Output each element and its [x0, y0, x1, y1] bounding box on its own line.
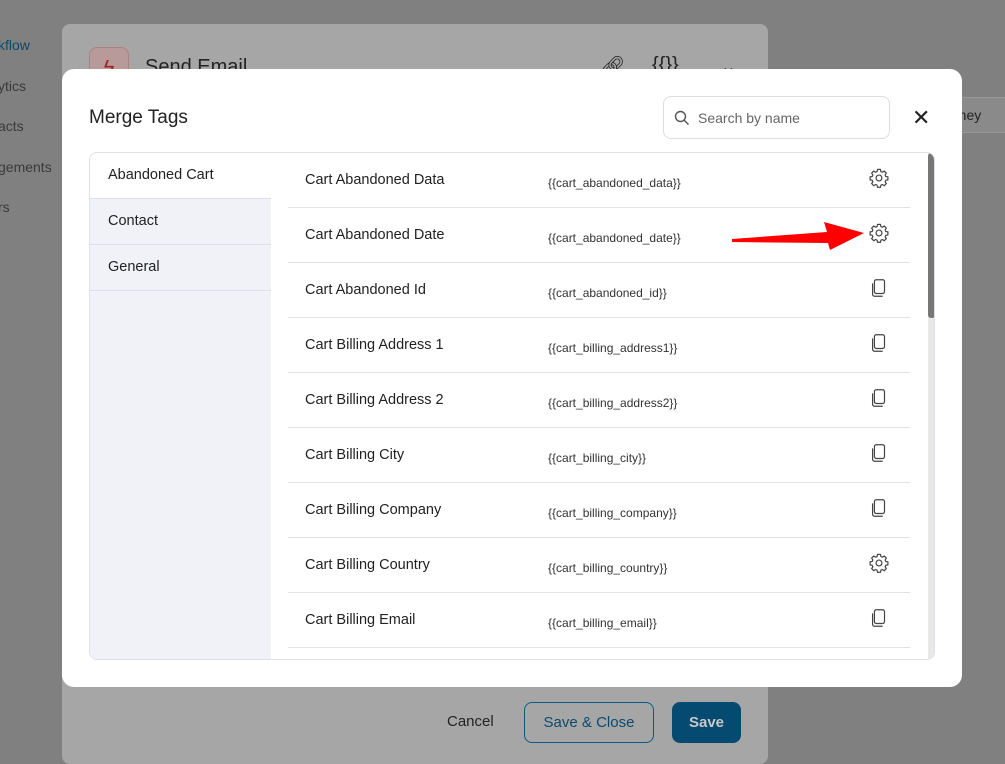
sidebar-item-analytics[interactable]: ytics [0, 78, 26, 94]
search-input[interactable] [698, 109, 878, 126]
tag-row: Cart Billing Address 1 {{cart_billing_add… [288, 318, 910, 373]
copy-icon[interactable] [868, 387, 890, 409]
close-icon[interactable]: ✕ [912, 105, 930, 131]
modal-title: Merge Tags [89, 107, 188, 128]
tag-name: Cart Billing Email [305, 612, 416, 628]
category-abandoned-cart[interactable]: Abandoned Cart [90, 153, 271, 199]
tag-row [288, 648, 910, 659]
annotation-arrow-icon [732, 222, 864, 250]
gear-icon[interactable] [868, 167, 890, 189]
tag-name: Cart Abandoned Id [305, 282, 426, 298]
tag-code: {{cart_billing_email}} [548, 616, 657, 630]
journey-button[interactable]: rney [954, 97, 1005, 133]
cancel-button[interactable]: Cancel [447, 713, 494, 730]
tag-code: {{cart_billing_address1}} [548, 341, 678, 355]
copy-icon[interactable] [868, 442, 890, 464]
sidebar-item-other[interactable]: rs [0, 199, 10, 215]
tag-row: Cart Billing City {{cart_billing_city}} [288, 428, 910, 483]
tag-code: {{cart_abandoned_date}} [548, 231, 681, 245]
tag-name: Cart Abandoned Data [305, 172, 445, 188]
tag-name: Cart Billing Company [305, 502, 442, 518]
tag-code: {{cart_billing_address2}} [548, 396, 678, 410]
copy-icon[interactable] [868, 332, 890, 354]
save-button[interactable]: Save [672, 702, 741, 743]
category-general[interactable]: General [90, 245, 271, 291]
sidebar-item-contacts[interactable]: acts [0, 118, 24, 134]
tag-name: Cart Billing Country [305, 557, 430, 573]
search-icon [674, 110, 689, 125]
scrollbar-thumb[interactable] [928, 153, 934, 318]
tag-code: {{cart_abandoned_data}} [548, 176, 681, 190]
merge-tags-modal: Merge Tags ✕ Abandoned Cart Contact Gene… [62, 69, 962, 687]
save-close-button[interactable]: Save & Close [524, 702, 654, 743]
tag-name: Cart Billing Address 2 [305, 392, 444, 408]
tag-row: Cart Abandoned Data {{cart_abandoned_data… [288, 153, 910, 208]
copy-icon[interactable] [868, 497, 890, 519]
tag-code: {{cart_billing_company}} [548, 506, 677, 520]
sidebar: kflow ytics acts gements rs [0, 0, 60, 757]
copy-icon[interactable] [868, 277, 890, 299]
tag-code: {{cart_billing_city}} [548, 451, 647, 465]
tag-row: Cart Abandoned Id {{cart_abandoned_id}} [288, 263, 910, 318]
tag-row: Cart Billing Country {{cart_billing_count… [288, 538, 910, 593]
tag-row: Cart Billing Email {{cart_billing_email}} [288, 593, 910, 648]
tag-name: Cart Billing Address 1 [305, 337, 444, 353]
tag-name: Cart Billing City [305, 447, 405, 463]
tag-row: Cart Billing Address 2 {{cart_billing_add… [288, 373, 910, 428]
sidebar-item-engagements[interactable]: gements [0, 159, 52, 175]
tag-code: {{cart_billing_country}} [548, 561, 668, 575]
search-box[interactable] [663, 96, 890, 139]
category-list: Abandoned Cart Contact General [90, 153, 271, 659]
tag-name: Cart Abandoned Date [305, 227, 445, 243]
tag-code: {{cart_abandoned_id}} [548, 286, 667, 300]
sidebar-item-workflow[interactable]: kflow [0, 37, 30, 53]
scrollbar[interactable] [928, 153, 934, 659]
copy-icon[interactable] [868, 607, 890, 629]
gear-icon[interactable] [868, 552, 890, 574]
gear-icon[interactable] [868, 222, 890, 244]
tag-row: Cart Billing Company {{cart_billing_compa… [288, 483, 910, 538]
category-contact[interactable]: Contact [90, 199, 271, 245]
